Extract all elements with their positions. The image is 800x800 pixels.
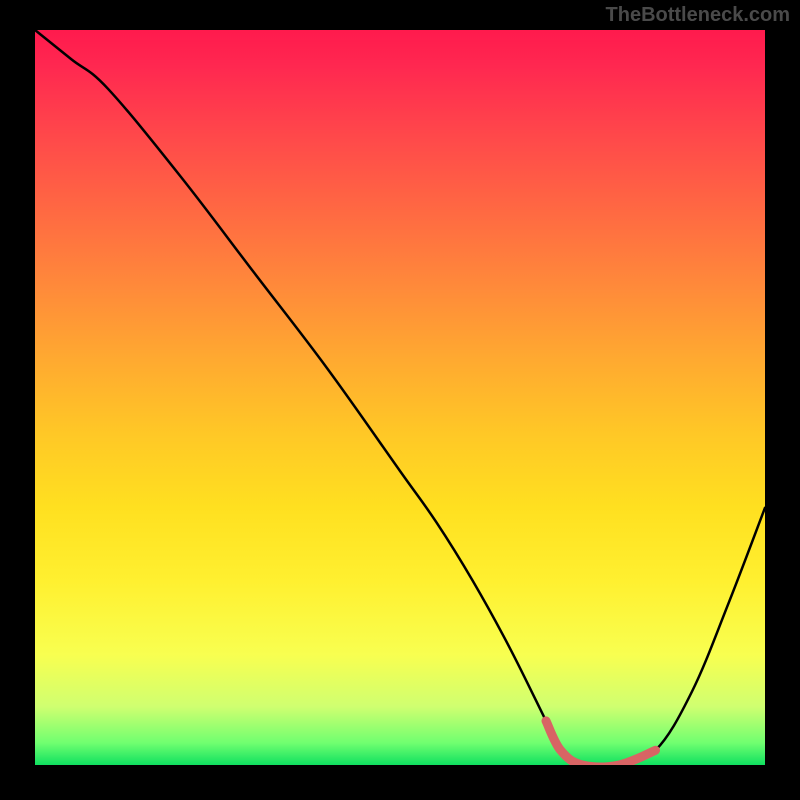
plot-area [35,30,765,765]
optimal-range-marker [546,721,656,765]
chart-svg [35,30,765,765]
bottleneck-curve [35,30,765,765]
watermark-text: TheBottleneck.com [606,4,790,27]
